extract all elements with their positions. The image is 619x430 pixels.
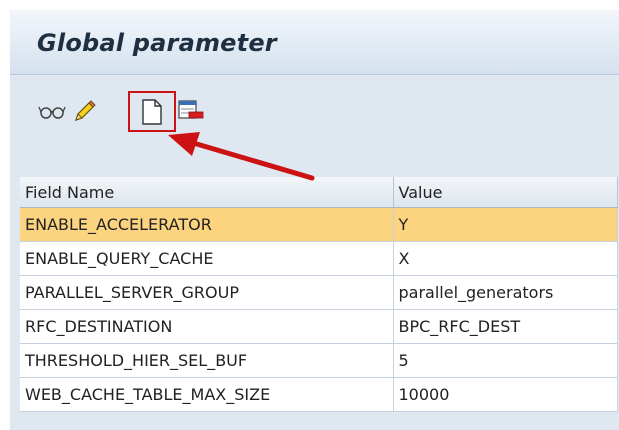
value-cell[interactable]: BPC_RFC_DEST (393, 309, 618, 344)
new-document-icon (142, 99, 162, 125)
table-row[interactable]: PARALLEL_SERVER_GROUP parallel_generator… (20, 275, 618, 310)
display-button[interactable] (38, 98, 66, 124)
value-cell[interactable]: parallel_generators (393, 275, 618, 310)
field-name-cell[interactable]: THRESHOLD_HIER_SEL_BUF (20, 343, 394, 378)
delete-entry-icon (178, 100, 204, 119)
field-name-cell[interactable]: ENABLE_QUERY_CACHE (20, 241, 394, 276)
table-row[interactable]: ENABLE_QUERY_CACHE X (20, 241, 618, 276)
change-button[interactable] (70, 98, 98, 124)
value-cell[interactable]: 10000 (393, 377, 618, 412)
screen-title: Global parameter (37, 29, 277, 57)
pencil-icon (75, 100, 96, 121)
create-button[interactable] (128, 91, 176, 132)
value-cell[interactable]: Y (393, 207, 618, 242)
red-arrow-annotation (168, 132, 315, 181)
field-name-cell[interactable]: PARALLEL_SERVER_GROUP (20, 275, 394, 310)
sap-screen: Global parameter Field Name Value ENABLE… (10, 10, 619, 430)
delete-button[interactable] (177, 98, 205, 124)
field-name-cell[interactable]: ENABLE_ACCELERATOR (20, 207, 394, 242)
field-name-cell[interactable]: RFC_DESTINATION (20, 309, 394, 344)
column-header-value[interactable]: Value (393, 177, 618, 208)
table-row[interactable]: RFC_DESTINATION BPC_RFC_DEST (20, 309, 618, 344)
table-row[interactable]: THRESHOLD_HIER_SEL_BUF 5 (20, 343, 618, 378)
title-bar: Global parameter (10, 10, 619, 75)
field-name-cell[interactable]: WEB_CACHE_TABLE_MAX_SIZE (20, 377, 394, 412)
table-row[interactable]: ENABLE_ACCELERATOR Y (20, 207, 618, 242)
table-row[interactable]: WEB_CACHE_TABLE_MAX_SIZE 10000 (20, 377, 618, 412)
value-cell[interactable]: 5 (393, 343, 618, 378)
glasses-icon (38, 106, 66, 119)
value-cell[interactable]: X (393, 241, 618, 276)
parameter-table: Field Name Value ENABLE_ACCELERATOR Y EN… (20, 177, 618, 412)
